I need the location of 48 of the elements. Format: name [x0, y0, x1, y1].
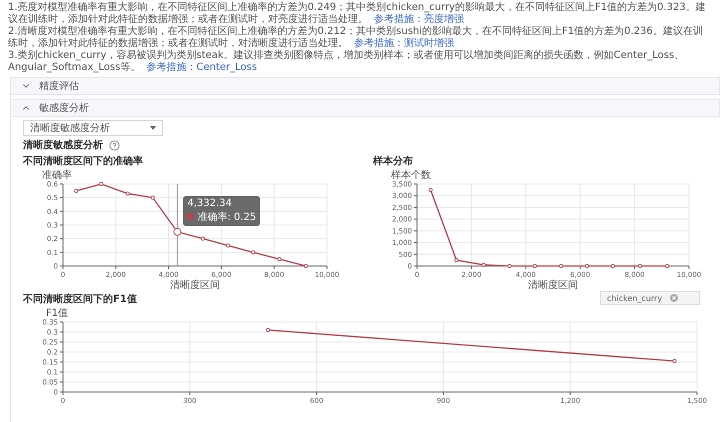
axis-title: 样本个数	[391, 170, 431, 181]
data-point[interactable]	[482, 262, 486, 267]
chart-title: 不同清晰度区间下的准确率	[23, 154, 144, 168]
data-point[interactable]	[200, 236, 205, 241]
data-point[interactable]	[507, 264, 512, 268]
data-point[interactable]	[610, 264, 615, 268]
axis-title: 准确率	[42, 170, 72, 181]
axis-title: F1值	[46, 308, 68, 319]
section-title: 精度评估	[39, 80, 79, 93]
class-filter-tag[interactable]: chicken_curry	[600, 291, 700, 305]
accordion-header[interactable]: 精度评估	[11, 77, 720, 95]
section-label: 清晰度敏感度分析	[23, 138, 103, 152]
data-point[interactable]	[665, 264, 670, 268]
data-point[interactable]	[585, 264, 589, 268]
data-point[interactable]	[226, 244, 230, 248]
analysis-note: 2.清晰度对模型准确率有重大影响，在不同特征区间上准确率的方差为0.212；其中类别sushi的影响最大，在不同特征区间上F1值的方差为0.236。建议在训练时，添加针对此特征的数据增强；或者在测试时，对清晰度进行适当处理。 参考措施：测试时增强	[8, 26, 704, 50]
axis-title: 清晰度区间	[528, 280, 578, 290]
reference-link[interactable]: 参考措施：亮度增强	[374, 14, 464, 25]
data-point[interactable]	[126, 192, 130, 196]
analysis-dropdown[interactable]: 清晰度敏感度分析	[23, 120, 163, 136]
reference-link[interactable]: 参考措施：Center_Loss	[146, 62, 257, 73]
analysis-note: 1.亮度对模型准确率有重大影响，在不同特征区间上准确率的方差为0.249；其中类别chicken_curry的影响最大，在不同特征区间上F1值的方差为0.323。建议在训练时，添加针对此特征的数据增强；或者在测试时，对亮度进行适当处理。 参考措施：亮度增强	[8, 2, 707, 26]
data-point[interactable]	[304, 264, 308, 268]
data-point[interactable]	[74, 188, 78, 193]
reference-link[interactable]: 参考措施：测试时增强	[354, 38, 454, 49]
data-point[interactable]	[532, 264, 537, 268]
data-point[interactable]	[672, 359, 677, 363]
help-icon[interactable]	[109, 140, 120, 150]
data-point[interactable]	[638, 264, 642, 268]
caret-icon	[150, 126, 156, 130]
data-point[interactable]	[277, 257, 282, 262]
data-point[interactable]	[428, 188, 433, 192]
chart-tooltip: 4,332.34 准确率: 0.25	[183, 196, 260, 226]
data-point[interactable]	[99, 182, 104, 186]
chart-title: 样本分布	[373, 154, 414, 168]
section-title: 敏感度分析	[39, 102, 89, 115]
axis-title: 清晰度区间	[170, 280, 220, 290]
series-dot	[187, 213, 194, 220]
accordion-header[interactable]: 敏感度分析	[11, 99, 720, 117]
y-axis	[60, 322, 64, 392]
data-point[interactable]	[454, 258, 458, 262]
data-point[interactable]	[251, 250, 256, 254]
data-point[interactable]	[150, 196, 155, 200]
data-point[interactable]	[173, 228, 182, 236]
data-point[interactable]	[266, 328, 270, 332]
chart-title: 不同清晰度区间下的F1值	[23, 292, 137, 306]
data-point[interactable]	[559, 264, 564, 268]
analysis-note: 3.类别chicken_curry，容易被误判为类别steak。建议排查类别图像特点，增加类别样本；或者使用可以增加类间距离的损失函数，例如Center_Loss、Angular_Softmax_Loss等。 参考措施：Center_Loss	[8, 50, 686, 74]
